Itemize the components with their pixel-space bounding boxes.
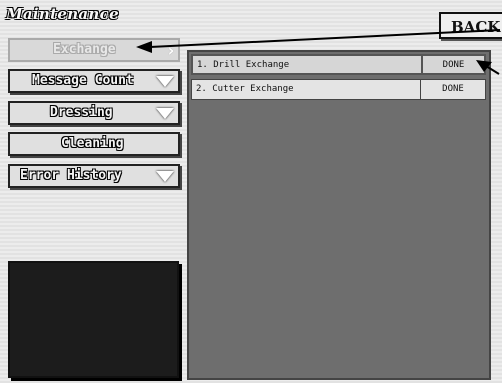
menu-message-count-label: Message Count: [32, 73, 134, 88]
back-button[interactable]: BACK: [439, 12, 502, 39]
status-badge: DONE: [421, 56, 484, 73]
list-item[interactable]: 2. Cutter Exchange DONE: [191, 79, 486, 100]
menu-error-history-label: Error History: [20, 168, 122, 183]
menu-message-count-button[interactable]: Message Count: [8, 69, 180, 93]
window-title: Maintenance: [6, 5, 119, 23]
display-area: [8, 261, 179, 378]
list-item-name: 1. Drill Exchange: [197, 60, 290, 70]
chevron-right-icon: ›: [165, 41, 176, 61]
list-item[interactable]: 1. Drill Exchange DONE: [191, 54, 486, 75]
menu-cleaning-label: Cleaning: [61, 136, 124, 151]
exchange-list-panel: 1. Drill Exchange DONE 2. Cutter Exchang…: [187, 50, 491, 380]
dropdown-triangle-icon: [156, 171, 174, 182]
menu-dressing-label: Dressing: [50, 105, 113, 120]
dropdown-triangle-icon: [156, 108, 174, 119]
menu-exchange-button[interactable]: Exchange ›: [8, 38, 180, 62]
menu-cleaning-button[interactable]: Cleaning: [8, 132, 180, 156]
status-badge: DONE: [420, 80, 485, 99]
list-item-name: 2. Cutter Exchange: [196, 84, 294, 94]
menu-exchange-label: Exchange: [53, 42, 116, 57]
menu-error-history-button[interactable]: Error History: [8, 164, 180, 188]
dropdown-triangle-icon: [156, 76, 174, 87]
menu-dressing-button[interactable]: Dressing: [8, 101, 180, 125]
